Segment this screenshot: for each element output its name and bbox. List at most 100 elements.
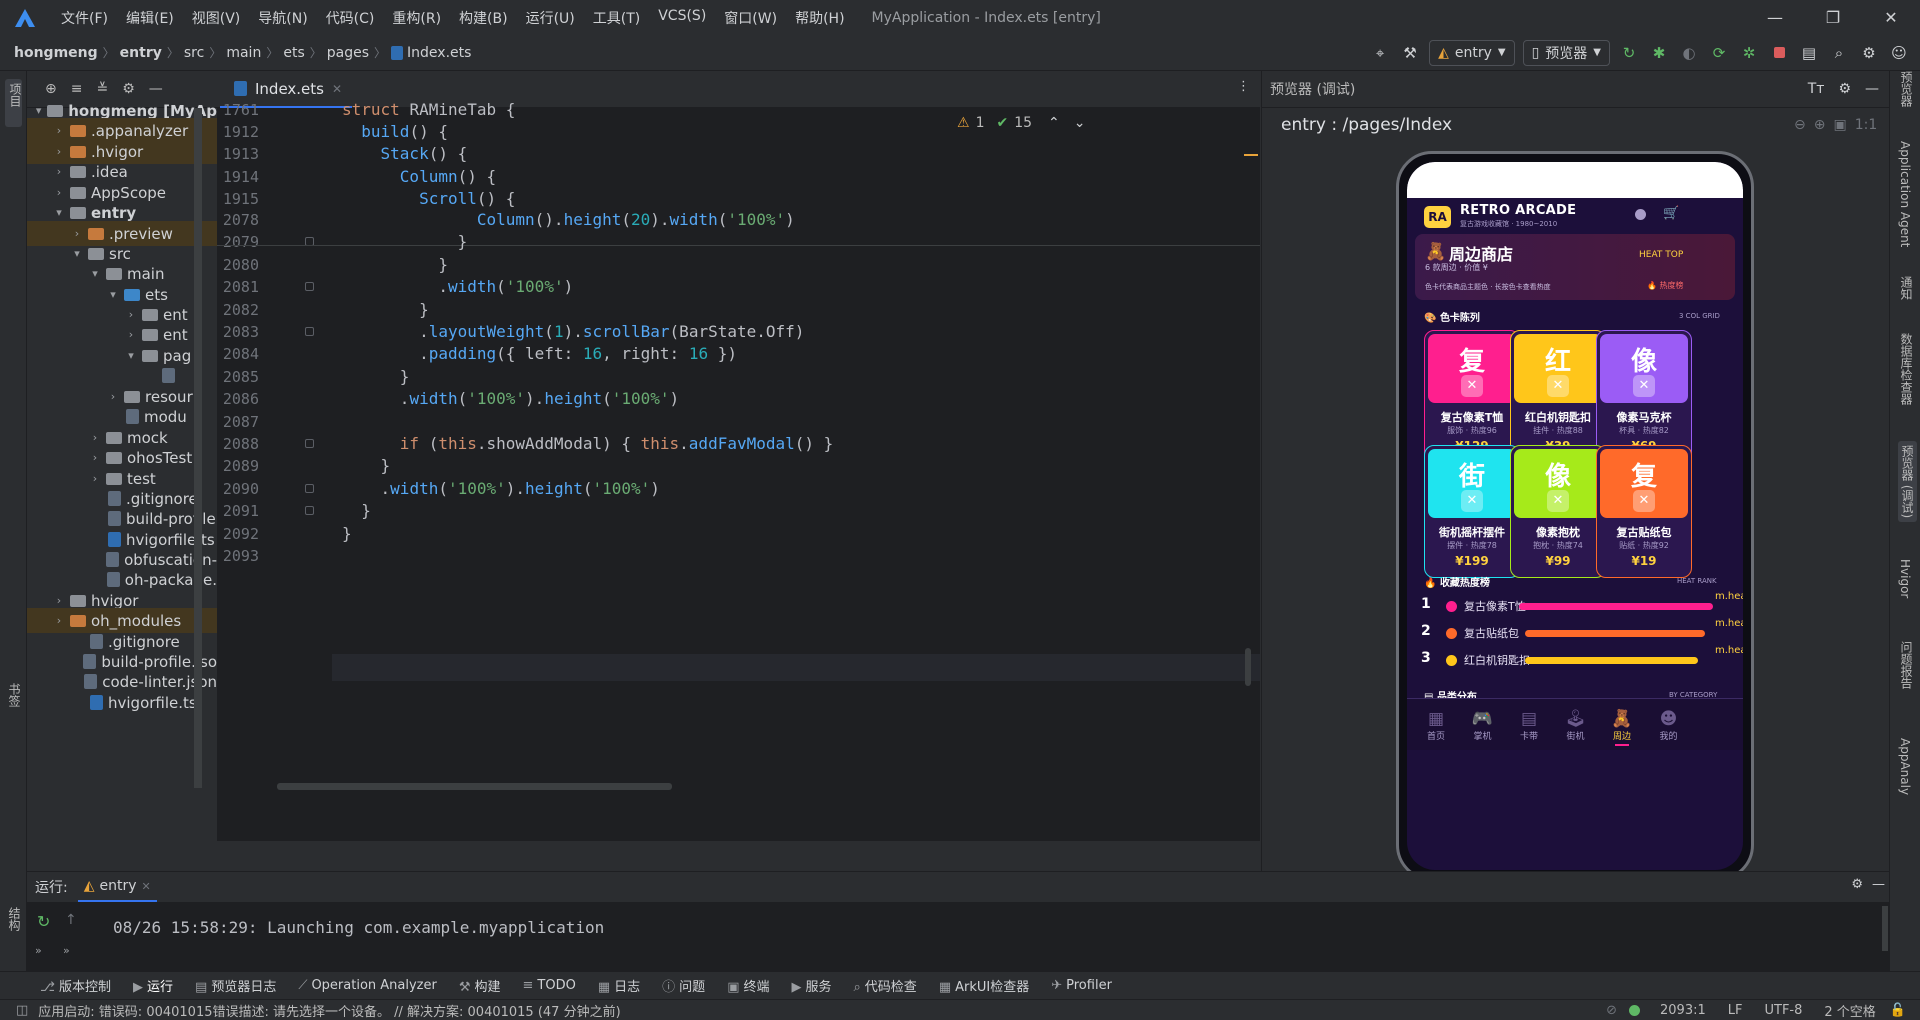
menu-item[interactable]: 构建(B) xyxy=(450,8,517,28)
indent-setting[interactable]: 2 个空格 xyxy=(1824,1001,1875,1020)
code-line[interactable]: } xyxy=(342,367,410,386)
editor-horizontal-scrollbar[interactable] xyxy=(277,783,672,790)
breadcrumb-item[interactable]: ets xyxy=(283,44,304,61)
status-dot-icon[interactable] xyxy=(1629,1004,1641,1016)
warning-marker[interactable] xyxy=(1244,154,1258,156)
status-message[interactable]: 应用启动: 错误码: 00401015错误描述: 请先选择一个设备。 // 解决… xyxy=(38,1001,620,1020)
tool-window-button[interactable]: ▣ 终端 xyxy=(727,976,769,995)
project-tool-button[interactable]: 项目 xyxy=(5,79,22,127)
breadcrumb-item[interactable]: Index.ets xyxy=(391,44,471,61)
search-icon[interactable]: ⌕ xyxy=(1828,42,1850,64)
code-line[interactable]: if (this.showAddModal) { this.addFavModa… xyxy=(342,434,834,453)
line-separator[interactable]: LF xyxy=(1728,1003,1743,1018)
phone-screen[interactable]: RA RETRO ARCADE 复古游戏收藏馆 · 1980~2010 🛒 🧸 … xyxy=(1407,162,1743,870)
product-card[interactable]: 像✕像素马克杯杯具 · 热度82¥69 xyxy=(1596,330,1692,463)
structure-tool-button[interactable]: 结构 xyxy=(6,907,23,931)
right-tool-button[interactable]: 通知 xyxy=(1898,276,1915,300)
bug-icon[interactable]: ✲ xyxy=(1738,42,1760,64)
status-toggle-icon[interactable]: ◫ xyxy=(16,1003,28,1018)
chevron-icon[interactable]: › xyxy=(51,614,67,627)
bottom-tab-item[interactable]: ▤ 卡带 xyxy=(1504,709,1554,742)
cart-icon[interactable]: 🛒 xyxy=(1663,206,1679,221)
breadcrumb-item[interactable]: pages xyxy=(327,44,369,61)
product-card[interactable]: 复 ✕ 复古贴纸包 贴纸 · 热度92 ¥19 xyxy=(1596,445,1692,578)
chevron-icon[interactable]: ▾ xyxy=(123,349,139,362)
sticky-code-line[interactable]: Scroll() { xyxy=(342,189,515,208)
code-area[interactable]: struct RAMineTab { build() { Stack() { C… xyxy=(217,100,1260,841)
breadcrumb-item[interactable]: main xyxy=(226,44,261,61)
sticky-code-line[interactable]: struct RAMineTab { xyxy=(342,100,515,119)
bottom-tab-item[interactable]: 🧸 周边 xyxy=(1597,709,1647,746)
tree-item[interactable]: hvigorfile.ts xyxy=(27,690,217,715)
run-settings-icon[interactable]: ⚙ xyxy=(1851,877,1863,892)
tool-window-button[interactable]: ▤ 预览器日志 xyxy=(195,976,276,995)
lock-icon[interactable]: 🔓 xyxy=(1890,1003,1906,1018)
chevron-icon[interactable]: › xyxy=(123,308,139,321)
stop-icon[interactable] xyxy=(1768,42,1790,64)
tool-window-button[interactable]: ⟋ Operation Analyzer xyxy=(298,978,437,993)
bottom-tab-item[interactable]: ☻ 我的 xyxy=(1644,709,1694,742)
hammer-icon[interactable]: ⚒ xyxy=(1399,42,1421,64)
minimize-button[interactable]: — xyxy=(1746,0,1804,35)
zoom-in-icon[interactable]: ⊕ xyxy=(1814,117,1826,133)
menu-item[interactable]: 帮助(H) xyxy=(786,8,853,28)
code-line[interactable]: .width('100%').height('100%') xyxy=(342,479,660,498)
menu-item[interactable]: 视图(V) xyxy=(183,8,250,28)
close-icon[interactable]: ✕ xyxy=(1461,490,1483,512)
chevron-icon[interactable]: › xyxy=(51,594,67,607)
right-tool-button[interactable]: 预览器 (调试) xyxy=(1898,441,1917,523)
chevron-icon[interactable]: ▾ xyxy=(105,288,121,301)
bottom-tab-item[interactable]: 🎮 掌机 xyxy=(1458,709,1508,742)
menu-item[interactable]: 重构(R) xyxy=(383,8,450,28)
chevron-icon[interactable]: › xyxy=(105,390,121,403)
right-tool-button[interactable]: 问题报告 xyxy=(1898,641,1915,689)
code-line[interactable]: .width('100%') xyxy=(342,277,573,296)
rerun-console-icon[interactable]: ↻ xyxy=(37,912,50,931)
run-hide-icon[interactable]: — xyxy=(1872,877,1885,892)
menu-item[interactable]: 窗口(W) xyxy=(715,8,786,28)
code-line[interactable]: } xyxy=(342,300,429,319)
debug-icon[interactable]: ✱ xyxy=(1648,42,1670,64)
target-icon[interactable]: ⌖ xyxy=(1369,42,1391,64)
code-line[interactable]: .width('100%').height('100%') xyxy=(342,389,679,408)
cursor-position[interactable]: 2093:1 xyxy=(1660,1003,1706,1018)
settings-icon[interactable]: ⚙ xyxy=(1858,42,1880,64)
close-icon[interactable]: ✕ xyxy=(1461,375,1483,397)
device-manager-icon[interactable]: ▤ xyxy=(1798,42,1820,64)
hot-link[interactable]: 🔥 热度榜 xyxy=(1647,280,1684,291)
maximize-button[interactable]: ❐ xyxy=(1804,0,1862,35)
prev-highlight-icon[interactable]: ⌃ xyxy=(1048,115,1060,131)
right-tool-button[interactable]: AppAnaly xyxy=(1898,738,1912,795)
sticky-code-line[interactable]: build() { xyxy=(342,122,448,141)
breadcrumb-item[interactable]: entry xyxy=(120,44,162,61)
up-arrow-icon[interactable]: ↑ xyxy=(65,912,77,928)
close-icon[interactable]: ✕ xyxy=(1547,375,1569,397)
close-run-tab-icon[interactable]: ✕ xyxy=(142,880,151,893)
previewer-settings-icon[interactable]: ⚙ xyxy=(1838,81,1851,97)
chevron-icon[interactable]: › xyxy=(87,472,103,485)
close-icon[interactable]: ✕ xyxy=(1633,490,1655,512)
right-tool-button[interactable]: 数据库检查器 xyxy=(1898,333,1915,405)
product-card[interactable]: 复✕复古像素T恤服饰 · 热度96¥129 xyxy=(1424,330,1520,463)
code-line[interactable]: } xyxy=(342,456,391,475)
close-icon[interactable]: ✕ xyxy=(1633,375,1655,397)
tool-window-button[interactable]: ⚒ 构建 xyxy=(459,976,501,995)
chevron-icon[interactable]: ▾ xyxy=(33,104,44,117)
close-icon[interactable]: ✕ xyxy=(1547,490,1569,512)
account-icon[interactable]: ☺ xyxy=(1888,42,1910,64)
tool-window-button[interactable]: ▶ 服务 xyxy=(792,976,832,995)
close-tab-icon[interactable]: ✕ xyxy=(332,82,342,96)
close-window-button[interactable]: ✕ xyxy=(1862,0,1920,35)
tree-scrollbar[interactable] xyxy=(194,108,202,788)
menu-item[interactable]: 工具(T) xyxy=(584,8,649,28)
bookmarks-tool-button[interactable]: 书签 xyxy=(6,683,23,707)
file-encoding[interactable]: UTF-8 xyxy=(1765,1003,1803,1018)
chevron-icon[interactable]: ▾ xyxy=(69,247,85,260)
tool-window-button[interactable]: ⓘ 问题 xyxy=(662,976,705,995)
rerun-icon[interactable]: ↻ xyxy=(1618,42,1640,64)
menu-item[interactable]: VCS(S) xyxy=(649,8,715,28)
product-card[interactable]: 红✕红白机钥匙扣挂件 · 热度88¥39 xyxy=(1510,330,1606,463)
rank-row[interactable]: 1 复古像素T恤 m.heat xyxy=(1421,591,1743,616)
bottom-tab-item[interactable]: ▦ 首页 xyxy=(1411,709,1461,742)
breadcrumb-item[interactable]: src xyxy=(184,44,204,61)
